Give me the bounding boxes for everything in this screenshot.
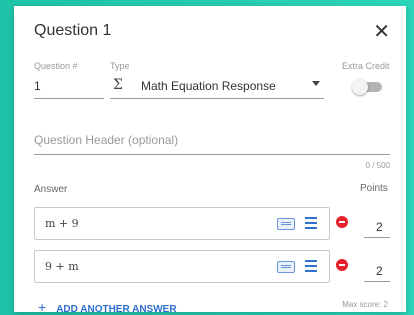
keyboard-icon[interactable] bbox=[277, 261, 295, 273]
add-another-answer-button[interactable]: + ADD ANOTHER ANSWER bbox=[38, 299, 177, 315]
extra-credit-label: Extra Credit bbox=[342, 61, 390, 71]
question-header-underline bbox=[34, 154, 390, 155]
type-select[interactable]: Math Equation Response bbox=[141, 79, 276, 93]
type-underline bbox=[110, 98, 324, 99]
points-underline bbox=[364, 281, 390, 282]
extra-credit-toggle[interactable] bbox=[352, 79, 382, 95]
char-counter: 0 / 500 bbox=[365, 161, 390, 170]
answer-input[interactable]: m + 9 bbox=[34, 207, 330, 240]
question-number-input[interactable]: 1 bbox=[34, 79, 41, 93]
chevron-down-icon[interactable] bbox=[312, 81, 320, 86]
keyboard-icon[interactable] bbox=[277, 218, 295, 230]
answer-input[interactable]: 9 + m bbox=[34, 250, 330, 283]
close-icon[interactable]: ✕ bbox=[373, 19, 390, 44]
points-input[interactable]: 2 bbox=[376, 264, 383, 278]
sigma-icon: Σ bbox=[113, 77, 123, 93]
question-dialog: Question 1 ✕ Question # 1 Type Σ Math Eq… bbox=[14, 6, 406, 315]
question-header-input[interactable]: Question Header (optional) bbox=[34, 133, 178, 147]
type-label: Type bbox=[110, 61, 130, 71]
remove-answer-icon[interactable] bbox=[336, 216, 348, 228]
question-number-label: Question # bbox=[34, 61, 78, 71]
points-input[interactable]: 2 bbox=[376, 220, 383, 234]
points-label: Points bbox=[360, 183, 388, 194]
answer-expression: 9 + m bbox=[45, 260, 79, 273]
plus-icon: + bbox=[38, 299, 47, 315]
answer-label: Answer bbox=[34, 184, 68, 195]
points-underline bbox=[364, 237, 390, 238]
menu-icon[interactable] bbox=[305, 260, 317, 272]
remove-answer-icon[interactable] bbox=[336, 259, 348, 271]
max-score-text: Max score: 2 bbox=[342, 300, 388, 309]
toggle-knob bbox=[352, 79, 368, 95]
answer-expression: m + 9 bbox=[45, 217, 79, 230]
question-number-underline bbox=[34, 98, 104, 99]
dialog-title: Question 1 bbox=[34, 22, 112, 39]
menu-icon[interactable] bbox=[305, 217, 317, 229]
